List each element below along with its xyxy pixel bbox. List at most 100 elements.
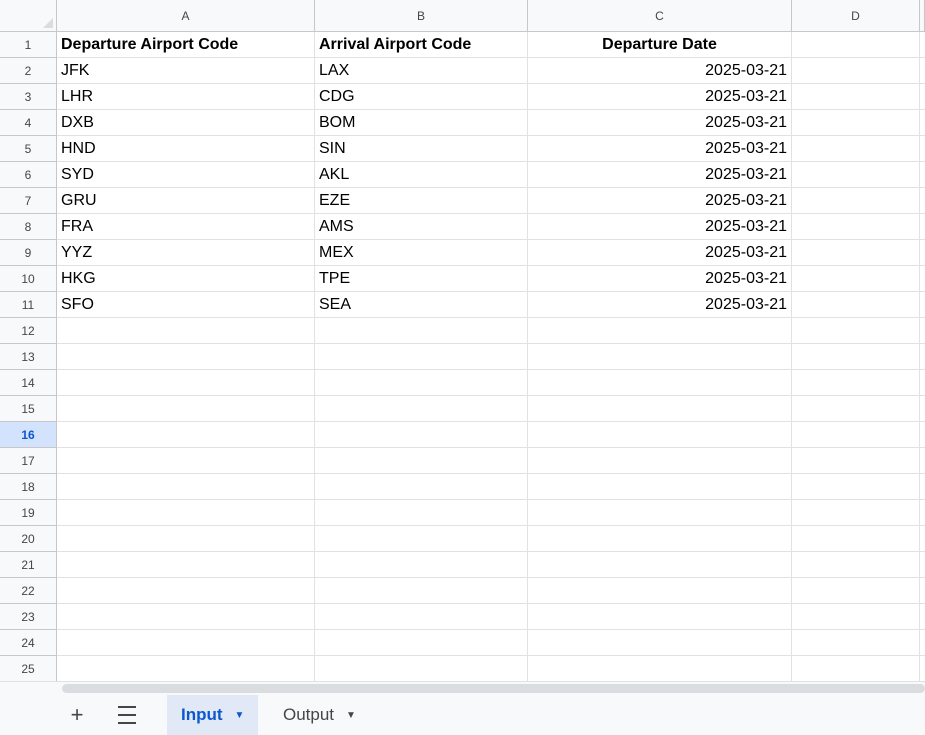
column-header-a[interactable]: A <box>57 0 315 32</box>
row-header[interactable]: 25 <box>0 656 57 681</box>
cell-a1[interactable]: Departure Airport Code <box>57 32 315 58</box>
cell-empty[interactable] <box>57 630 315 656</box>
cell-empty[interactable] <box>528 448 792 474</box>
cell-empty[interactable] <box>920 188 925 214</box>
row-header[interactable]: 23 <box>0 604 57 630</box>
cell-empty[interactable] <box>57 526 315 552</box>
cell-empty[interactable] <box>920 630 925 656</box>
cell-empty[interactable] <box>920 240 925 266</box>
cell-arrival[interactable]: EZE <box>315 188 528 214</box>
cell-empty[interactable] <box>528 500 792 526</box>
cell-arrival[interactable]: MEX <box>315 240 528 266</box>
cell-empty[interactable] <box>315 552 528 578</box>
cell-empty[interactable] <box>920 604 925 630</box>
row-header[interactable]: 21 <box>0 552 57 578</box>
cell-empty[interactable] <box>315 604 528 630</box>
cell-empty[interactable] <box>315 474 528 500</box>
cell-empty[interactable] <box>792 552 920 578</box>
cell-b1[interactable]: Arrival Airport Code <box>315 32 528 58</box>
cell-empty[interactable] <box>792 344 920 370</box>
cell-empty[interactable] <box>920 448 925 474</box>
cell-empty[interactable] <box>528 318 792 344</box>
cell-empty[interactable] <box>528 578 792 604</box>
cell-empty[interactable] <box>920 526 925 552</box>
row-header[interactable]: 19 <box>0 500 57 526</box>
cell-departure[interactable]: GRU <box>57 188 315 214</box>
cell-empty[interactable] <box>792 240 920 266</box>
cell-empty[interactable] <box>57 370 315 396</box>
cell-empty[interactable] <box>792 110 920 136</box>
cell-empty[interactable] <box>920 266 925 292</box>
row-header[interactable]: 3 <box>0 84 57 110</box>
cell-empty[interactable] <box>792 266 920 292</box>
cell-empty[interactable] <box>315 422 528 448</box>
cell-empty[interactable] <box>792 292 920 318</box>
cell-empty[interactable] <box>528 422 792 448</box>
cell-empty[interactable] <box>792 136 920 162</box>
cell-empty[interactable] <box>920 552 925 578</box>
row-header[interactable]: 1 <box>0 32 57 58</box>
cell-empty[interactable] <box>57 318 315 344</box>
cell-empty[interactable] <box>920 500 925 526</box>
row-header[interactable]: 4 <box>0 110 57 136</box>
cell-arrival[interactable]: CDG <box>315 84 528 110</box>
cell-empty[interactable] <box>920 578 925 604</box>
cell-empty[interactable] <box>920 318 925 344</box>
cell-c1[interactable]: Departure Date <box>528 32 792 58</box>
row-header[interactable]: 17 <box>0 448 57 474</box>
cell-departure[interactable]: LHR <box>57 84 315 110</box>
cell-date[interactable]: 2025-03-21 <box>528 84 792 110</box>
row-header[interactable]: 12 <box>0 318 57 344</box>
row-header[interactable]: 7 <box>0 188 57 214</box>
column-header-e[interactable] <box>920 0 925 32</box>
cell-empty[interactable] <box>920 292 925 318</box>
cell-d1[interactable] <box>792 32 920 58</box>
row-header[interactable]: 6 <box>0 162 57 188</box>
cell-e1[interactable] <box>920 32 925 58</box>
cell-empty[interactable] <box>792 214 920 240</box>
row-header[interactable]: 13 <box>0 344 57 370</box>
cell-empty[interactable] <box>920 214 925 240</box>
cell-date[interactable]: 2025-03-21 <box>528 162 792 188</box>
scrollbar-thumb[interactable] <box>62 684 925 693</box>
cell-departure[interactable]: FRA <box>57 214 315 240</box>
cell-empty[interactable] <box>920 344 925 370</box>
cell-empty[interactable] <box>528 656 792 681</box>
chevron-down-icon[interactable]: ▼ <box>235 710 245 721</box>
cell-arrival[interactable]: AMS <box>315 214 528 240</box>
tab-input[interactable]: Input ▼ <box>167 695 259 735</box>
cell-date[interactable]: 2025-03-21 <box>528 58 792 84</box>
cell-date[interactable]: 2025-03-21 <box>528 188 792 214</box>
cell-date[interactable]: 2025-03-21 <box>528 266 792 292</box>
cell-empty[interactable] <box>528 630 792 656</box>
horizontal-scrollbar[interactable] <box>0 681 925 695</box>
cell-date[interactable]: 2025-03-21 <box>528 292 792 318</box>
row-header[interactable]: 20 <box>0 526 57 552</box>
cell-empty[interactable] <box>528 370 792 396</box>
hamburger-menu-icon[interactable] <box>107 695 147 735</box>
cell-empty[interactable] <box>315 630 528 656</box>
cell-empty[interactable] <box>792 422 920 448</box>
row-header[interactable]: 9 <box>0 240 57 266</box>
cell-departure[interactable]: YYZ <box>57 240 315 266</box>
cell-empty[interactable] <box>792 58 920 84</box>
cell-empty[interactable] <box>920 136 925 162</box>
cell-departure[interactable]: SYD <box>57 162 315 188</box>
column-header-d[interactable]: D <box>792 0 920 32</box>
row-header[interactable]: 15 <box>0 396 57 422</box>
cell-empty[interactable] <box>57 422 315 448</box>
cell-date[interactable]: 2025-03-21 <box>528 214 792 240</box>
select-all-corner[interactable] <box>0 0 57 32</box>
cell-arrival[interactable]: SEA <box>315 292 528 318</box>
column-header-c[interactable]: C <box>528 0 792 32</box>
cell-empty[interactable] <box>792 396 920 422</box>
cell-empty[interactable] <box>792 500 920 526</box>
row-header[interactable]: 18 <box>0 474 57 500</box>
cell-departure[interactable]: JFK <box>57 58 315 84</box>
cell-empty[interactable] <box>315 526 528 552</box>
cell-empty[interactable] <box>528 604 792 630</box>
cell-empty[interactable] <box>792 604 920 630</box>
cell-empty[interactable] <box>792 630 920 656</box>
cell-empty[interactable] <box>792 474 920 500</box>
cell-empty[interactable] <box>920 110 925 136</box>
